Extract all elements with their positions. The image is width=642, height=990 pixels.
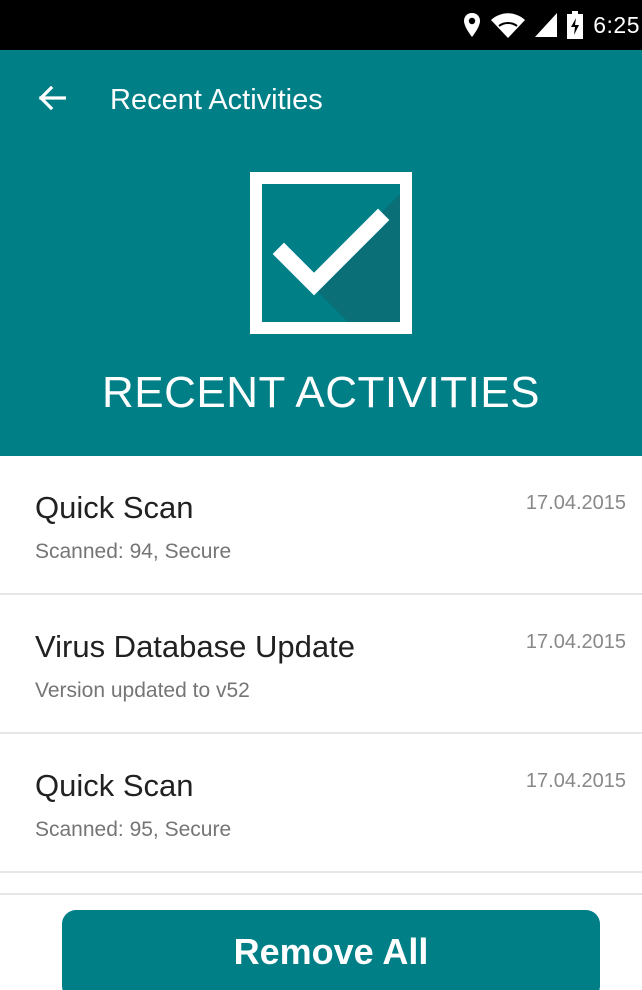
activity-subtitle: Scanned: 95, Secure [35,818,232,841]
activity-date: 17.04.2015 [525,770,626,792]
activity-subtitle: Version updated to v52 [35,679,250,702]
checkbox-checked-icon [250,172,412,334]
hero-title: RECENT ACTIVITIES [102,368,540,417]
arrow-left-icon [38,85,67,115]
location-icon [463,12,481,38]
back-button[interactable] [28,80,76,120]
wifi-icon [491,12,526,38]
activity-title: Quick Scan [35,768,194,803]
remove-all-button[interactable]: Remove All [62,910,600,990]
battery-charging-icon [567,11,584,39]
status-bar: 6:25 [0,0,642,50]
app-bar-title: Recent Activities [110,84,323,116]
list-item[interactable]: Quick Scan Scanned: 95, Secure 17.04.201… [0,734,642,873]
activity-title: Quick Scan [35,490,194,525]
screen: 6:25 Recent Activities RECENT ACTIVITIES… [0,0,642,990]
list-item[interactable]: Virus Database Update Version updated to… [0,595,642,734]
activity-list: Quick Scan Scanned: 94, Secure 17.04.201… [0,456,642,873]
activity-date: 17.04.2015 [525,631,626,653]
activity-date: 17.04.2015 [525,492,626,514]
divider [0,893,642,895]
activity-subtitle: Scanned: 94, Secure [35,540,232,563]
list-item[interactable]: Quick Scan Scanned: 94, Secure 17.04.201… [0,456,642,595]
clock: 6:25 [593,11,640,38]
activity-title: Virus Database Update [35,629,355,664]
header: Recent Activities RECENT ACTIVITIES [0,50,642,456]
signal-icon [535,13,558,37]
status-icons: 6:25 [463,0,642,50]
